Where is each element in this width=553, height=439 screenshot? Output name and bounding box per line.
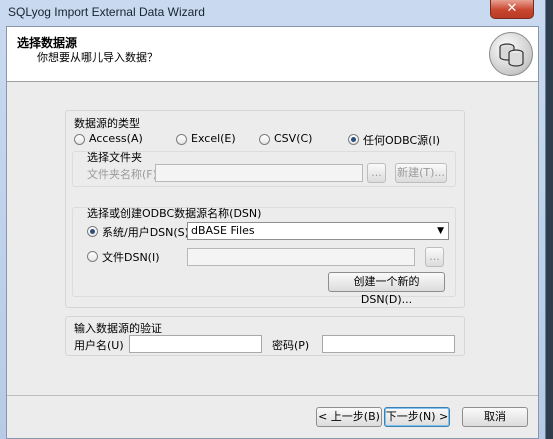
source-type-label: 数据源的类型 [74, 117, 140, 130]
radio-file-dsn-label[interactable]: 文件DSN(I) [102, 249, 160, 265]
file-dsn-input[interactable] [187, 248, 415, 266]
radio-access[interactable] [74, 134, 85, 145]
cancel-button[interactable]: 取消 [462, 407, 528, 427]
wizard-window: SQLyog Import External Data Wizard ✕ 选择数… [0, 0, 546, 439]
wizard-body: 选择数据源 你想要从哪儿导入数据？ 数据源的类型 Access(A) Excel… [6, 26, 539, 439]
radio-csv-label[interactable]: CSV(C) [274, 132, 312, 145]
database-icon [489, 32, 533, 76]
radio-file-dsn[interactable] [87, 251, 98, 262]
password-input[interactable] [322, 335, 455, 353]
auth-label: 输入数据源的验证 [74, 322, 162, 335]
chevron-down-icon: ▼ [437, 226, 444, 236]
radio-excel[interactable] [176, 134, 187, 145]
radio-access-label[interactable]: Access(A) [89, 132, 143, 145]
radio-system-dsn-label[interactable]: 系统/用户DSN(S) [102, 224, 189, 240]
source-panel: 数据源的类型 Access(A) Excel(E) CSV(C) 任何ODBC源… [65, 110, 465, 308]
footer-divider [7, 395, 538, 396]
folder-group: 选择文件夹 文件夹名称(F) ... 新建(T)... [72, 151, 456, 187]
window-title: SQLyog Import External Data Wizard [8, 5, 205, 19]
wizard-header: 选择数据源 你想要从哪儿导入数据？ [7, 27, 538, 82]
radio-excel-label[interactable]: Excel(E) [191, 132, 236, 145]
radio-odbc-label[interactable]: 任何ODBC源(I) [363, 132, 440, 148]
password-label: 密码(P) [272, 339, 310, 352]
close-icon: ✕ [506, 1, 518, 16]
close-button[interactable]: ✕ [490, 0, 534, 19]
file-dsn-browse-button[interactable]: ... [425, 247, 444, 267]
system-dsn-value: dBASE Files [191, 224, 255, 237]
folder-new-button[interactable]: 新建(T)... [395, 163, 447, 183]
folder-group-label: 选择文件夹 [87, 151, 142, 164]
dsn-group-label: 选择或创建ODBC数据源名称(DSN) [87, 207, 262, 220]
folder-browse-button[interactable]: ... [367, 163, 386, 183]
title-bar[interactable]: SQLyog Import External Data Wizard ✕ [0, 0, 545, 26]
system-dsn-select[interactable]: dBASE Files ▼ [187, 222, 449, 240]
dsn-group: 选择或创建ODBC数据源名称(DSN) 系统/用户DSN(S) dBASE Fi… [72, 207, 456, 306]
folder-name-label: 文件夹名称(F) [87, 168, 157, 181]
back-button[interactable]: < 上一步(B) [316, 407, 382, 427]
create-dsn-button[interactable]: 创建一个新的DSN(D)... [328, 272, 445, 306]
folder-name-input[interactable] [155, 164, 363, 182]
next-button[interactable]: 下一步(N) > [384, 407, 450, 427]
auth-panel: 输入数据源的验证 用户名(U) 密码(P) [65, 316, 465, 356]
username-label: 用户名(U) [74, 339, 124, 352]
radio-csv[interactable] [259, 134, 270, 145]
username-input[interactable] [129, 335, 262, 353]
page-subtitle: 你想要从哪儿导入数据？ [37, 51, 158, 64]
radio-odbc[interactable] [348, 134, 359, 145]
radio-system-dsn[interactable] [87, 226, 98, 237]
